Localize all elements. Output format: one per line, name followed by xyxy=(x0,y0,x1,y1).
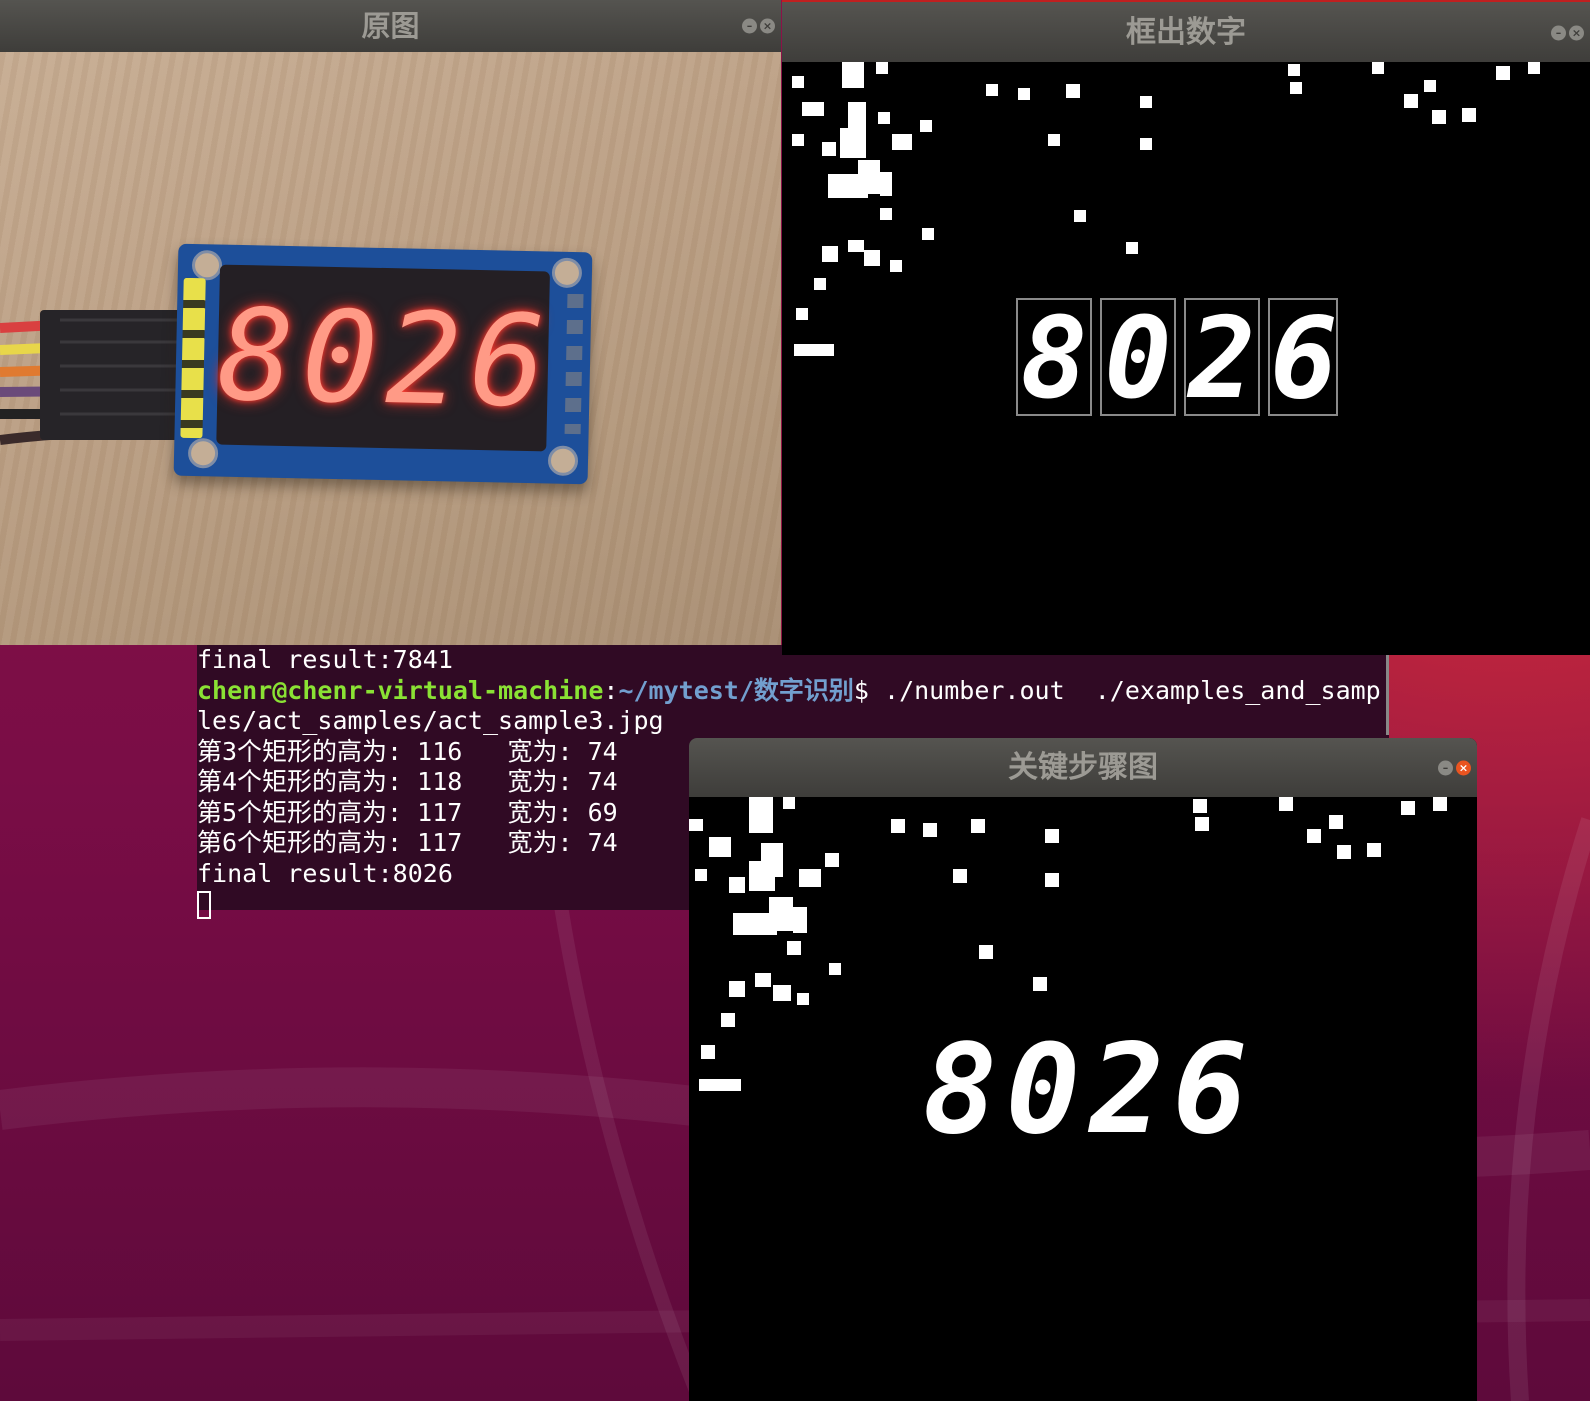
terminal-cursor xyxy=(197,891,211,919)
close-button[interactable]: × xyxy=(760,18,775,34)
boxed-digits-window[interactable]: 框出数字 – × 8 0 2 6 xyxy=(782,0,1590,655)
digit-bounding-box: 6 xyxy=(1268,294,1338,424)
original-window-titlebar[interactable]: 原图 – × xyxy=(0,0,781,52)
led-module-board: 8026 xyxy=(173,243,593,485)
digit-glyph: 2 xyxy=(1089,1018,1165,1162)
seven-segment-display: 8026 xyxy=(216,264,556,452)
steps-digit-row: 8 0 2 6 xyxy=(919,1025,1251,1155)
close-button[interactable]: × xyxy=(1456,760,1471,775)
digit-bounding-box: 2 xyxy=(1184,298,1260,418)
original-image-window[interactable]: 原图 – × 8026 xyxy=(0,0,781,645)
key-steps-window[interactable]: 关键步骤图 – × 8 0 2 6 xyxy=(689,738,1477,1401)
window-title: 框出数字 xyxy=(1126,15,1246,50)
header-pins xyxy=(180,277,206,439)
wires-graphic xyxy=(0,310,191,445)
window-title: 关键步骤图 xyxy=(1008,750,1158,785)
minimize-button[interactable]: – xyxy=(742,18,757,34)
prompt-separator: : xyxy=(603,675,619,705)
minimize-button[interactable]: – xyxy=(1438,760,1453,775)
digit-glyph: 6 xyxy=(1172,1018,1248,1162)
binary-image: 8 0 2 6 xyxy=(689,797,1477,1401)
close-button[interactable]: × xyxy=(1569,25,1584,41)
terminal-scrollbar[interactable] xyxy=(1386,655,1389,735)
digit-glyph: 0 xyxy=(1005,1018,1081,1162)
digit-bounding-box: 0 xyxy=(1100,298,1176,418)
led-digits: 8026 xyxy=(216,281,556,436)
mount-hole xyxy=(547,445,579,477)
steps-window-titlebar[interactable]: 关键步骤图 – × xyxy=(689,738,1477,797)
header-pins-right xyxy=(564,293,584,435)
window-controls: – × xyxy=(1438,760,1471,775)
window-controls: – × xyxy=(742,18,775,34)
mount-hole xyxy=(191,249,223,281)
boxed-window-titlebar[interactable]: 框出数字 – × xyxy=(782,0,1590,64)
prompt-user: chenr@chenr-virtual-machine xyxy=(197,675,604,705)
window-title: 原图 xyxy=(361,9,420,43)
minimize-button[interactable]: – xyxy=(1551,25,1566,41)
terminal-prompt-line: chenr@chenr-virtual-machine:~/mytest/数字识… xyxy=(197,676,1389,707)
terminal-command-wrap: les/act_samples/act_sample3.jpg xyxy=(197,706,664,735)
binary-image: 8 0 2 6 xyxy=(782,62,1590,655)
prompt-command: $ ./number.out ./examples_and_samp xyxy=(853,675,1381,705)
window-controls: – × xyxy=(1551,25,1584,41)
mount-hole xyxy=(187,437,219,469)
mount-hole xyxy=(551,257,583,289)
prompt-path: ~/mytest/数字识别 xyxy=(618,675,854,705)
original-photo: 8026 xyxy=(0,52,781,645)
boxed-digit-row: 8 0 2 6 xyxy=(1016,294,1338,424)
digit-glyph: 8 xyxy=(922,1018,998,1162)
digit-bounding-box: 8 xyxy=(1016,298,1092,418)
